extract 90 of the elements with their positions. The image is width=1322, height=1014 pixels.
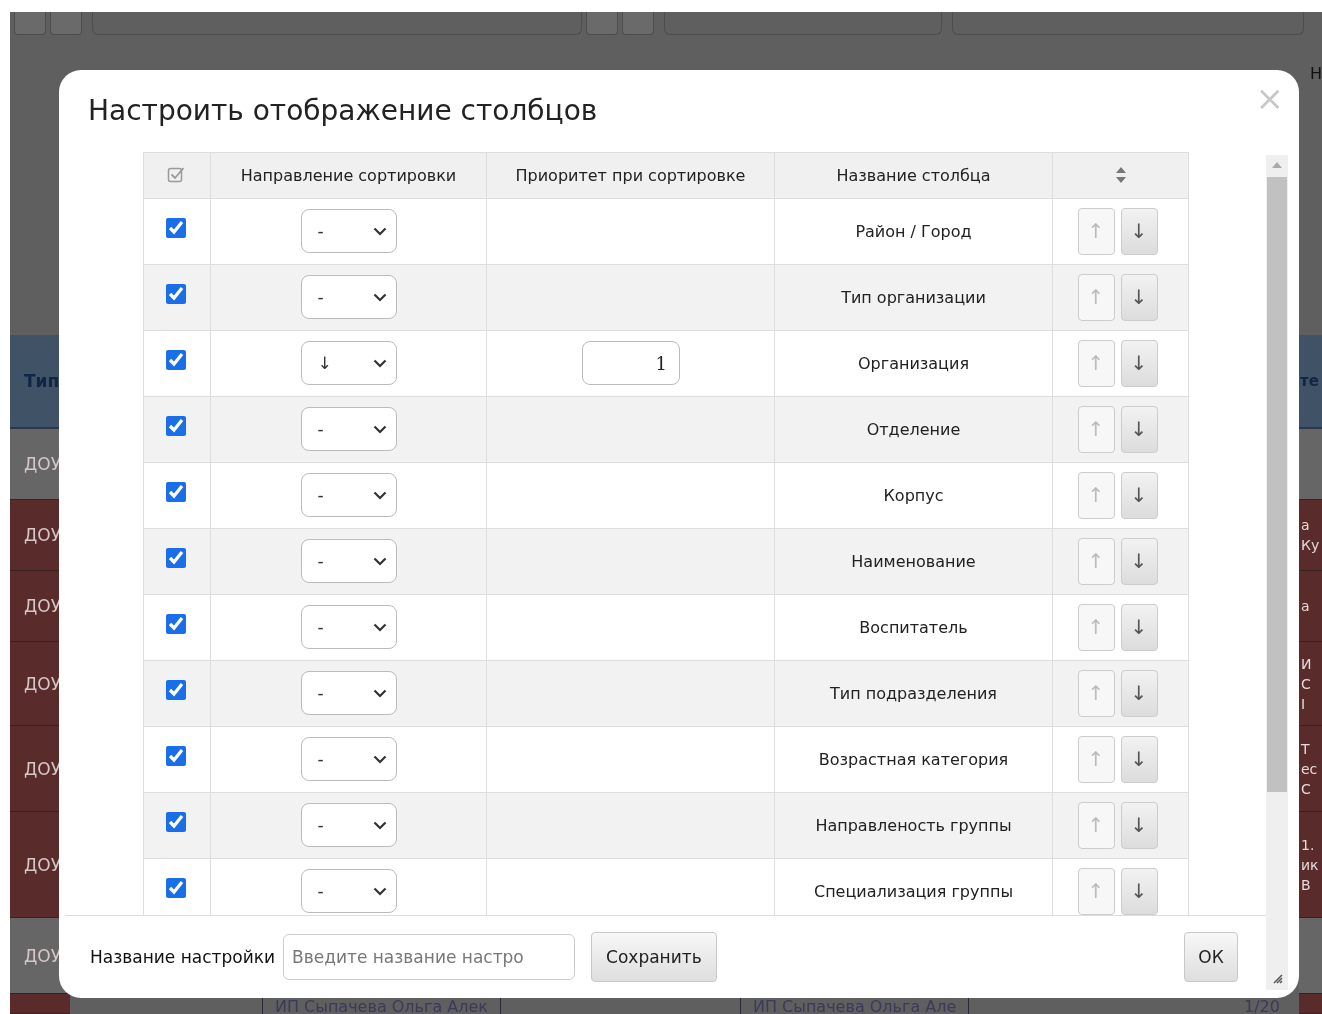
column-name: Тип подразделения bbox=[830, 683, 997, 703]
column-name: Район / Город bbox=[855, 221, 972, 241]
direction-select[interactable]: - bbox=[300, 407, 397, 452]
table-cell-text: а bbox=[1301, 516, 1310, 535]
sort-icon bbox=[1114, 166, 1127, 185]
checkbox[interactable] bbox=[166, 350, 186, 371]
table-cell-text: І bbox=[1301, 694, 1306, 714]
chevron-down-icon bbox=[372, 556, 387, 566]
checkbox[interactable] bbox=[166, 218, 186, 239]
direction-select[interactable]: - bbox=[300, 539, 397, 584]
checkbox[interactable] bbox=[166, 416, 186, 437]
chevron-down-icon bbox=[372, 754, 387, 764]
column-name: Организация bbox=[857, 353, 969, 373]
save-button[interactable]: Сохранить bbox=[591, 932, 717, 983]
direction-select[interactable]: - bbox=[300, 671, 397, 716]
checkbox[interactable] bbox=[166, 482, 186, 503]
move-down-button[interactable]: ↓ bbox=[1120, 867, 1158, 915]
column-name: Специализация группы bbox=[813, 881, 1014, 901]
checkbox[interactable] bbox=[166, 548, 186, 569]
table-cell-text: а bbox=[1301, 597, 1310, 616]
chevron-down-icon bbox=[372, 622, 387, 632]
table-row bbox=[1299, 994, 1322, 1014]
move-down-button[interactable]: ↓ bbox=[1120, 669, 1158, 717]
checkbox[interactable] bbox=[166, 614, 186, 635]
chevron-down-icon bbox=[372, 226, 387, 236]
move-down-button[interactable]: ↓ bbox=[1120, 405, 1158, 453]
checkbox[interactable] bbox=[166, 878, 186, 899]
column-label: Н bbox=[1309, 64, 1322, 83]
scrollbar[interactable] bbox=[1266, 155, 1288, 990]
move-down-button[interactable]: ↓ bbox=[1120, 735, 1158, 783]
scrollbar-thumb[interactable] bbox=[1267, 177, 1287, 792]
table-cell-text: ес bbox=[1301, 759, 1318, 779]
table-cell-text: И bbox=[1301, 654, 1312, 674]
move-down-button[interactable]: ↓ bbox=[1120, 471, 1158, 519]
direction-select[interactable]: - bbox=[300, 737, 397, 782]
direction-select[interactable]: - bbox=[300, 869, 397, 914]
column-name: Корпус bbox=[883, 485, 944, 505]
table-cell: ДОУ bbox=[24, 525, 62, 545]
column-name: Направленость группы bbox=[815, 815, 1012, 835]
column-header: Название столбца bbox=[836, 165, 991, 185]
column-header: Направление сортировки bbox=[240, 165, 457, 185]
move-down-button[interactable]: ↓ bbox=[1120, 801, 1158, 849]
move-down-button[interactable]: ↓ bbox=[1120, 603, 1158, 651]
chevron-down-icon bbox=[372, 292, 387, 302]
move-down-button[interactable]: ↓ bbox=[1120, 207, 1158, 255]
table-cell-text: В bbox=[1301, 875, 1311, 895]
chevron-down-icon bbox=[372, 688, 387, 698]
checkbox[interactable] bbox=[166, 812, 186, 833]
priority-field[interactable]: 1 bbox=[582, 341, 680, 386]
chevron-down-icon bbox=[372, 490, 387, 500]
checkbox[interactable] bbox=[166, 680, 186, 701]
direction-select[interactable]: - bbox=[300, 605, 397, 650]
table-cell: ДОУ bbox=[24, 596, 62, 616]
column-name: Воспитатель bbox=[859, 617, 968, 637]
column-name: Тип организации bbox=[841, 287, 986, 307]
move-down-button[interactable]: ↓ bbox=[1120, 537, 1158, 585]
chevron-down-icon bbox=[372, 886, 387, 896]
column-name: Наименование bbox=[851, 551, 976, 571]
table-cell: ДОУ bbox=[24, 673, 62, 694]
table-cell: ДОУ bbox=[24, 945, 62, 966]
table-cell-text: С bbox=[1301, 779, 1311, 799]
checkbox[interactable] bbox=[166, 746, 186, 767]
chevron-down-icon bbox=[372, 424, 387, 434]
chevron-down-icon bbox=[372, 820, 387, 830]
direction-select[interactable]: - bbox=[300, 803, 397, 848]
table-cell: ДОУ bbox=[24, 758, 62, 779]
ok-button[interactable]: ОК bbox=[1184, 932, 1238, 983]
chevron-down-icon bbox=[372, 358, 387, 368]
table-cell-text: С bbox=[1301, 674, 1311, 694]
field-label: Название настройки bbox=[90, 947, 276, 968]
resize-grip-icon[interactable] bbox=[1271, 972, 1283, 984]
checkbox-icon bbox=[167, 166, 187, 185]
move-down-button[interactable]: ↓ bbox=[1120, 273, 1158, 321]
direction-select[interactable]: ↓ bbox=[300, 341, 397, 386]
table-cell-text: Т bbox=[1301, 739, 1310, 759]
direction-select[interactable]: - bbox=[300, 473, 397, 518]
table-cell-text: ик bbox=[1301, 855, 1319, 875]
dialog-title: Настроить отображение столбцов bbox=[87, 93, 599, 130]
direction-select[interactable]: - bbox=[300, 209, 397, 254]
setting-name-field[interactable]: Введите название настро bbox=[283, 934, 576, 981]
direction-select[interactable]: - bbox=[300, 275, 397, 320]
move-down-button[interactable]: ↓ bbox=[1120, 339, 1158, 387]
checkbox[interactable] bbox=[166, 284, 186, 305]
column-name: Возрастная категория bbox=[818, 749, 1009, 769]
table-cell: ДОУ bbox=[24, 854, 62, 875]
table-cell-text: 1. bbox=[1301, 835, 1315, 855]
table-cell: ДОУ bbox=[24, 454, 62, 474]
table-cell-text: Ку bbox=[1301, 536, 1320, 555]
column-name: Отделение bbox=[866, 419, 961, 439]
column-header: Приоритет при сортировке bbox=[515, 165, 746, 185]
